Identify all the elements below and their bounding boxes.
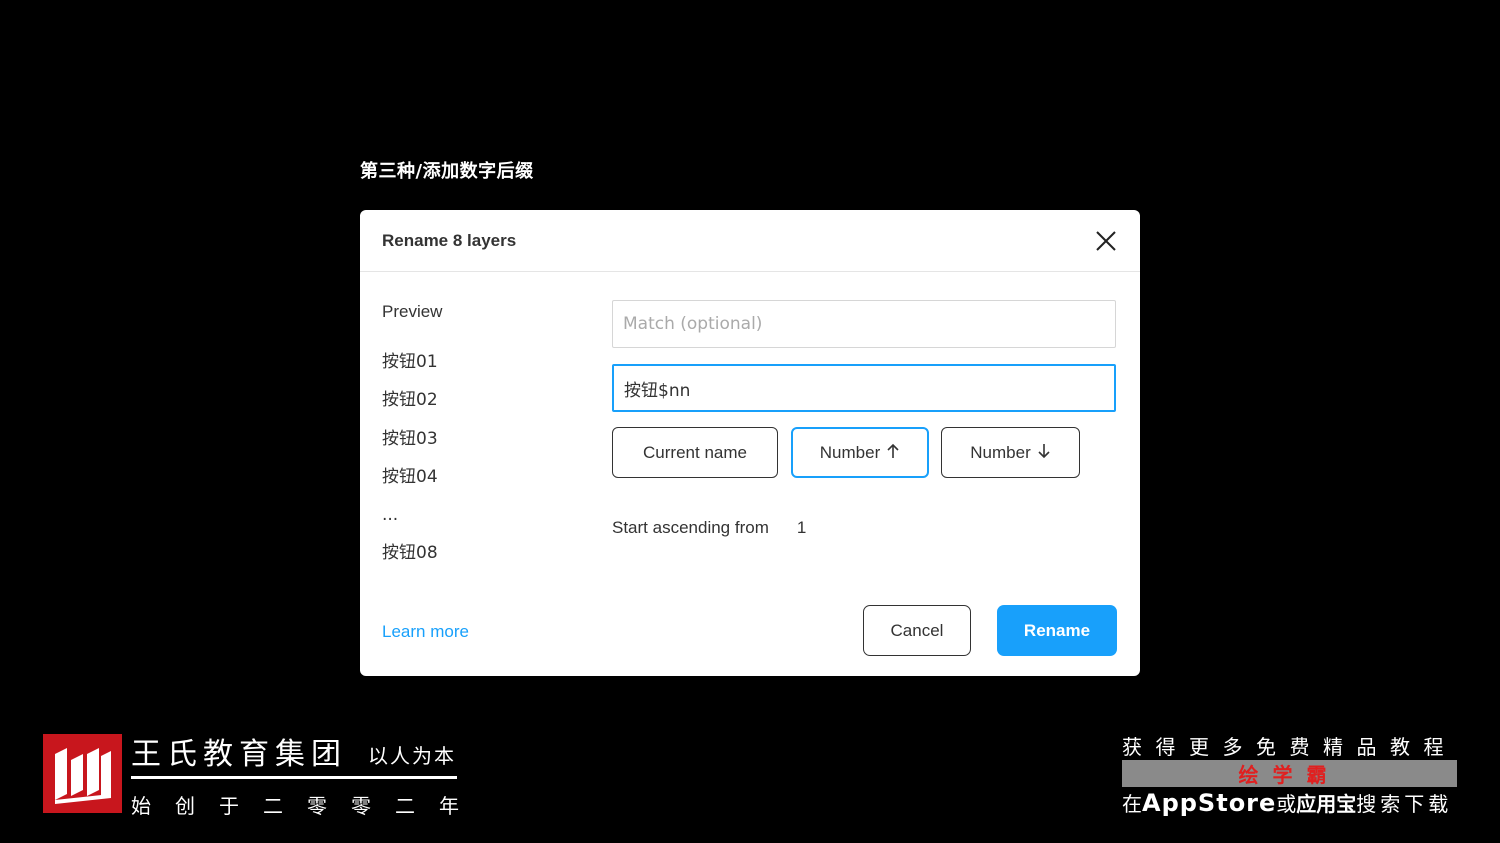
preview-item: 按钮08 [382, 543, 438, 564]
promo-band: 绘学霸 [1122, 760, 1457, 787]
rename-button[interactable]: Rename [997, 605, 1117, 656]
promo-prefix: 在 [1122, 792, 1142, 816]
promo-or: 或 [1276, 792, 1297, 816]
arrow-down-icon [1037, 443, 1051, 462]
arrow-up-icon [886, 443, 900, 462]
promo-download-line: 在AppStore或应用宝搜索下载 [1122, 788, 1458, 817]
number-descending-label: Number [970, 442, 1031, 462]
preview-item: 按钮03 [382, 428, 438, 449]
screen: 第三种/添加数字后缀 Rename 8 layers Preview 按钮01 … [0, 0, 1500, 843]
brand-since: 始创于二零零二年 [131, 794, 483, 818]
dialog-title: Rename 8 layers [382, 230, 517, 250]
preview-item: 按钮04 [382, 466, 438, 487]
start-ascending-value[interactable]: 1 [797, 518, 806, 538]
promo-store: AppStore [1142, 789, 1277, 817]
promo-app-name: 绘学霸 [1238, 763, 1341, 787]
number-descending-button[interactable]: Number [941, 427, 1080, 478]
preview-item: 按钮02 [382, 390, 438, 411]
brand-motto: 以人为本 [368, 744, 456, 768]
preview-item: 按钮01 [382, 352, 438, 372]
promo-tagline: 获得更多免费精品教程 [1122, 735, 1457, 759]
preview-item-ellipsis: ... [382, 505, 399, 526]
preview-list: 按钮01 按钮02 按钮03 按钮04 ... 按钮08 [382, 350, 438, 580]
brand-name: 王氏教育集团 [131, 737, 347, 772]
brand-divider [131, 776, 457, 779]
brand-logo [43, 734, 122, 813]
number-ascending-label: Number [819, 442, 881, 462]
cancel-button[interactable]: Cancel [863, 605, 971, 656]
current-name-button[interactable]: Current name [612, 427, 778, 478]
close-icon[interactable] [1094, 229, 1118, 253]
match-input[interactable] [612, 300, 1116, 348]
rename-dialog: Rename 8 layers Preview 按钮01 按钮02 按钮03 按… [360, 210, 1140, 676]
rename-pattern-input[interactable] [612, 364, 1116, 412]
promo-app: 应用宝 [1296, 792, 1357, 816]
dialog-header: Rename 8 layers [360, 210, 1140, 272]
number-ascending-button[interactable]: Number [791, 427, 929, 478]
promo-suffix: 搜索下载 [1356, 792, 1453, 816]
current-name-label: Current name [643, 442, 747, 462]
slide-caption: 第三种/添加数字后缀 [360, 161, 534, 182]
start-ascending-row: Start ascending from 1 [612, 518, 806, 538]
start-ascending-label: Start ascending from [612, 518, 769, 537]
learn-more-link[interactable]: Learn more [382, 622, 469, 642]
preview-label: Preview [382, 302, 443, 321]
